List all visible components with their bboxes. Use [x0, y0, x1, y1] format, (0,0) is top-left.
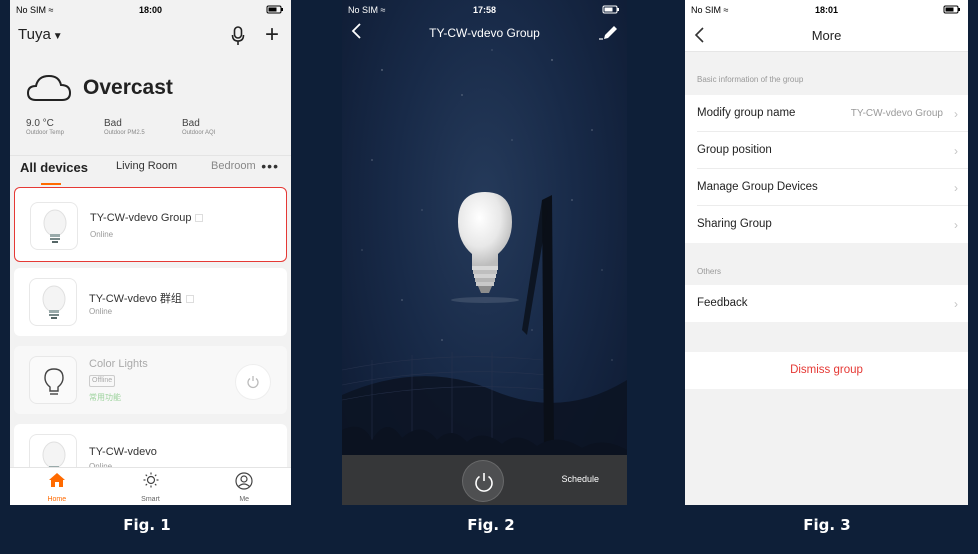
group-position-row[interactable]: Group position ›	[685, 132, 968, 169]
dismiss-group-label: Dismiss group	[790, 364, 863, 376]
weather-stats: 9.0 °C Outdoor Temp Bad Outdoor PM2.5 Bad O…	[26, 118, 291, 136]
manage-group-devices-row[interactable]: Manage Group Devices ›	[685, 169, 968, 206]
row-label: Modify group name	[697, 107, 796, 119]
bulb-outline-icon	[29, 356, 77, 404]
home-icon	[48, 473, 65, 487]
wifi-icon: ≈	[380, 5, 386, 15]
chevron-right-icon: ›	[954, 107, 958, 121]
edit-icon[interactable]	[599, 24, 619, 40]
status-bar: No SIM ≈ 18:00	[10, 0, 291, 20]
nav-label: Me	[239, 496, 250, 503]
tab-all-devices[interactable]: All devices	[20, 160, 88, 175]
bulb-icon	[29, 278, 77, 326]
chevron-right-icon: ›	[954, 218, 958, 232]
device-name: Color Lights	[89, 358, 148, 370]
power-button[interactable]	[462, 460, 504, 502]
power-button[interactable]	[235, 364, 271, 400]
status-bar: No SIM ≈ 18:01	[685, 0, 968, 20]
battery-icon	[599, 5, 621, 16]
room-tabs: All devices Living Room Bedroom •••	[10, 155, 291, 185]
weather-stat-aqi: Bad Outdoor AQI	[182, 118, 216, 136]
wifi-icon: ≈	[723, 5, 729, 15]
sharing-group-row[interactable]: Sharing Group ›	[685, 206, 968, 243]
device-card[interactable]: TY-CW-vdevo Group Online	[14, 187, 287, 262]
group-icon	[195, 214, 204, 223]
wifi-icon: ≈	[48, 5, 54, 15]
page-title: TY-CW-vdevo Group	[429, 26, 540, 40]
figure-caption-3: Fig. 3	[803, 516, 851, 534]
active-tab-indicator	[41, 183, 61, 185]
weather-condition: Overcast	[83, 76, 173, 99]
chevron-right-icon: ›	[954, 297, 958, 311]
chevron-down-icon: ▼	[52, 31, 63, 42]
nav-label: Smart	[141, 496, 160, 503]
device-card[interactable]: Color Lights Offline 常用功能	[14, 346, 287, 414]
chevron-right-icon: ›	[954, 144, 958, 158]
home-selector[interactable]: Tuya ▼	[18, 26, 63, 43]
user-icon	[235, 472, 253, 490]
figure-caption-2: Fig. 2	[467, 516, 515, 534]
row-label: Manage Group Devices	[697, 181, 818, 193]
tab-bedroom[interactable]: Bedroom	[211, 160, 257, 172]
device-name: TY-CW-vdevo	[89, 446, 157, 458]
home-name: Tuya	[18, 26, 51, 43]
device-name: TY-CW-vdevo Group	[90, 212, 204, 224]
battery-icon	[940, 5, 962, 16]
phone-screen-home: No SIM ≈ 18:00 Tuya ▼ + Overcast 9.0 °C Ou…	[10, 0, 291, 505]
battery-icon	[263, 5, 285, 16]
weather-stat-temp: 9.0 °C Outdoor Temp	[26, 118, 64, 136]
row-label: Sharing Group	[697, 218, 772, 230]
chevron-right-icon: ›	[954, 181, 958, 195]
row-label: Group position	[697, 144, 772, 156]
tab-living-room[interactable]: Living Room	[116, 160, 177, 172]
page-title: More	[811, 28, 842, 43]
power-icon	[475, 473, 493, 492]
device-card[interactable]: TY-CW-vdevo 群组 Online	[14, 268, 287, 336]
nav-me[interactable]: Me	[197, 468, 291, 505]
schedule-button[interactable]: Schedule	[561, 474, 599, 484]
microphone-icon[interactable]	[231, 26, 245, 46]
modify-group-name-row[interactable]: Modify group name TY-CW-vdevo Group ›	[685, 95, 968, 132]
nav-home[interactable]: Home	[10, 468, 104, 505]
bulb-icon	[30, 202, 78, 250]
more-icon[interactable]: •••	[261, 158, 279, 174]
figure-caption-1: Fig. 1	[123, 516, 171, 534]
weather-stat-pm25: Bad Outdoor PM2.5	[104, 118, 145, 136]
function-tag: 常用功能	[89, 393, 121, 402]
nav-label: Home	[47, 496, 67, 503]
group-icon	[185, 295, 194, 304]
carrier-label: No SIM ≈	[348, 5, 386, 15]
section-title-basic-info: Basic information of the group	[697, 75, 804, 84]
add-device-icon[interactable]: +	[265, 22, 279, 48]
power-icon	[247, 376, 259, 389]
carrier-label: No SIM ≈	[691, 5, 729, 15]
cloud-icon	[26, 74, 72, 101]
group-name-value: TY-CW-vdevo Group	[850, 108, 943, 119]
carrier-label: No SIM ≈	[16, 5, 54, 15]
status-bar: No SIM ≈ 17:58	[342, 0, 627, 20]
device-status: Online	[90, 230, 114, 239]
feedback-row[interactable]: Feedback ›	[685, 285, 968, 322]
status-badge: Offline	[89, 375, 116, 387]
section-title-others: Others	[697, 267, 722, 276]
light-bulb-icon	[451, 192, 519, 303]
device-name: TY-CW-vdevo 群组	[89, 290, 194, 306]
dismiss-group-button[interactable]: Dismiss group	[685, 352, 968, 389]
bottom-nav: Home Smart Me	[10, 467, 291, 505]
phone-screen-group-control: No SIM ≈ 17:58 TY-CW-vdevo Group Schedul…	[342, 0, 627, 505]
control-bar: Schedule	[342, 455, 627, 505]
row-label: Feedback	[697, 297, 748, 309]
device-status: Online	[89, 307, 113, 316]
nav-smart[interactable]: Smart	[104, 468, 198, 505]
phone-screen-group-more: No SIM ≈ 18:01 More Basic information of…	[685, 0, 968, 505]
sun-icon	[143, 472, 158, 488]
